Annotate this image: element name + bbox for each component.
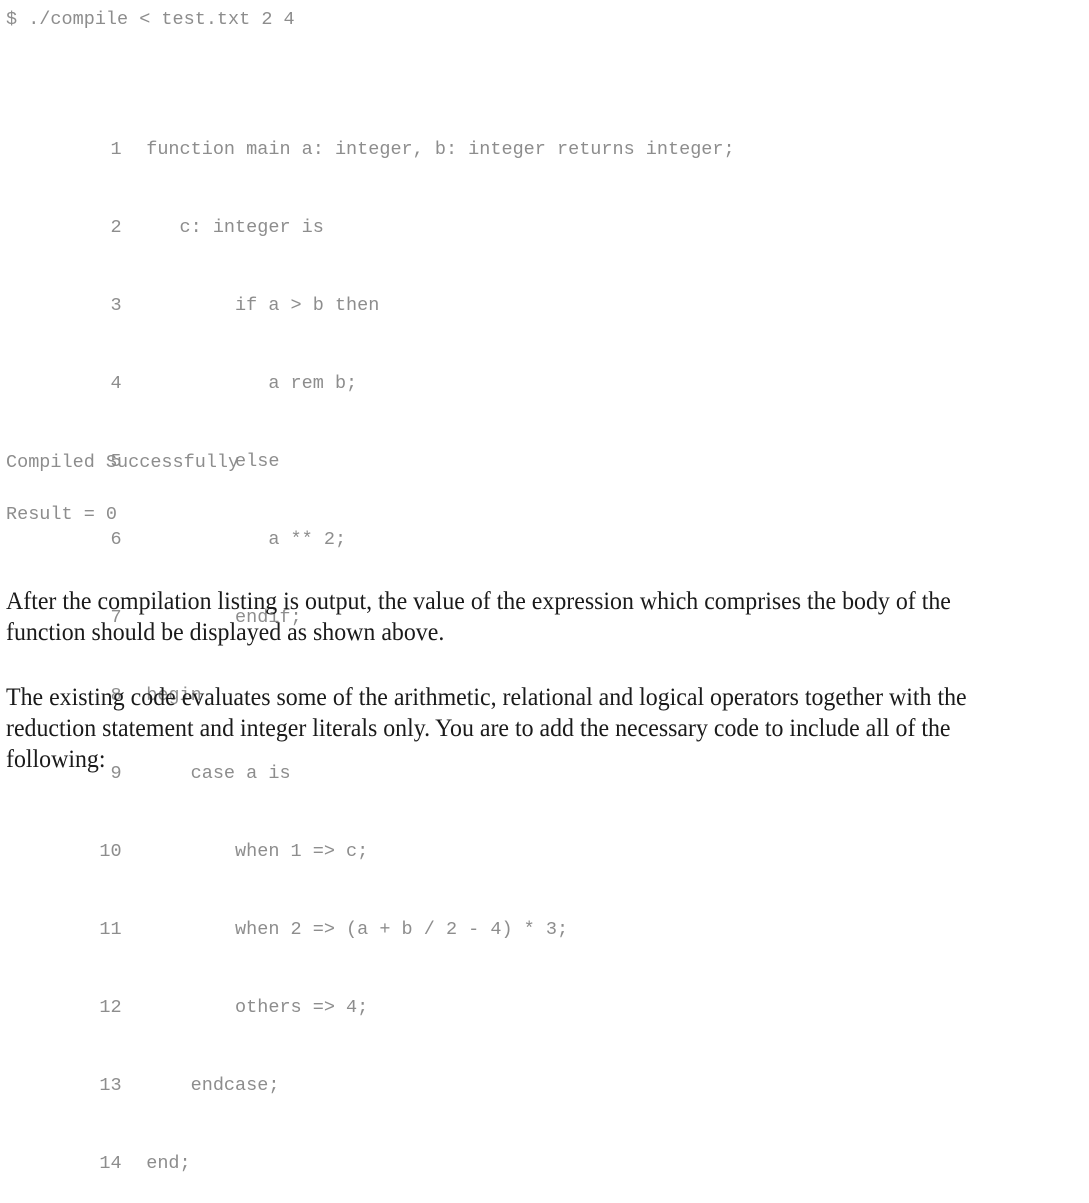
- result-message: Result = 0: [6, 504, 118, 525]
- line-code: c: integer is: [146, 217, 324, 238]
- line-number: 4: [110, 373, 122, 394]
- code-line: 1 function main a: integer, b: integer re…: [6, 111, 735, 160]
- line-number: 6: [110, 529, 122, 550]
- code-line: 13 endcase;: [6, 1047, 735, 1096]
- code-line: 4 a rem b;: [6, 345, 735, 394]
- code-line: 8 begin: [6, 657, 735, 706]
- code-line: 12 others => 4;: [6, 969, 735, 1018]
- line-code: if a > b then: [146, 295, 380, 316]
- line-code: others => 4;: [146, 997, 369, 1018]
- line-code: endcase;: [146, 1075, 280, 1096]
- compile-status-message: Compiled Successfully: [6, 452, 240, 473]
- code-line: 11 when 2 => (a + b / 2 - 4) * 3;: [6, 891, 735, 940]
- line-code: when 1 => c;: [146, 841, 369, 862]
- shell-command-line: $ ./compile < test.txt 2 4: [6, 9, 295, 30]
- line-code: a rem b;: [146, 373, 358, 394]
- line-code: a ** 2;: [146, 529, 347, 550]
- code-line: 3 if a > b then: [6, 267, 735, 316]
- description-paragraph-2: The existing code evaluates some of the …: [6, 684, 967, 773]
- line-code: when 2 => (a + b / 2 - 4) * 3;: [146, 919, 569, 940]
- line-number: 3: [110, 295, 122, 316]
- line-number: 13: [99, 1075, 122, 1096]
- code-line: 10 when 1 => c;: [6, 813, 735, 862]
- line-number: 2: [110, 217, 122, 238]
- terminal-output: $ ./compile < test.txt 2 4 1 function mai…: [0, 0, 1089, 1174]
- line-code: function main a: integer, b: integer ret…: [146, 139, 735, 160]
- description-paragraph-1: After the compilation listing is output,…: [6, 588, 951, 646]
- line-number: 1: [110, 139, 122, 160]
- code-line: 14 end;: [6, 1125, 735, 1174]
- line-number: 10: [99, 841, 122, 862]
- code-line: 5 else: [6, 423, 735, 472]
- line-number: 11: [99, 919, 122, 940]
- line-code: end;: [146, 1153, 191, 1174]
- code-line: 2 c: integer is: [6, 189, 735, 238]
- line-number: 12: [99, 997, 122, 1018]
- line-number: 14: [99, 1153, 122, 1174]
